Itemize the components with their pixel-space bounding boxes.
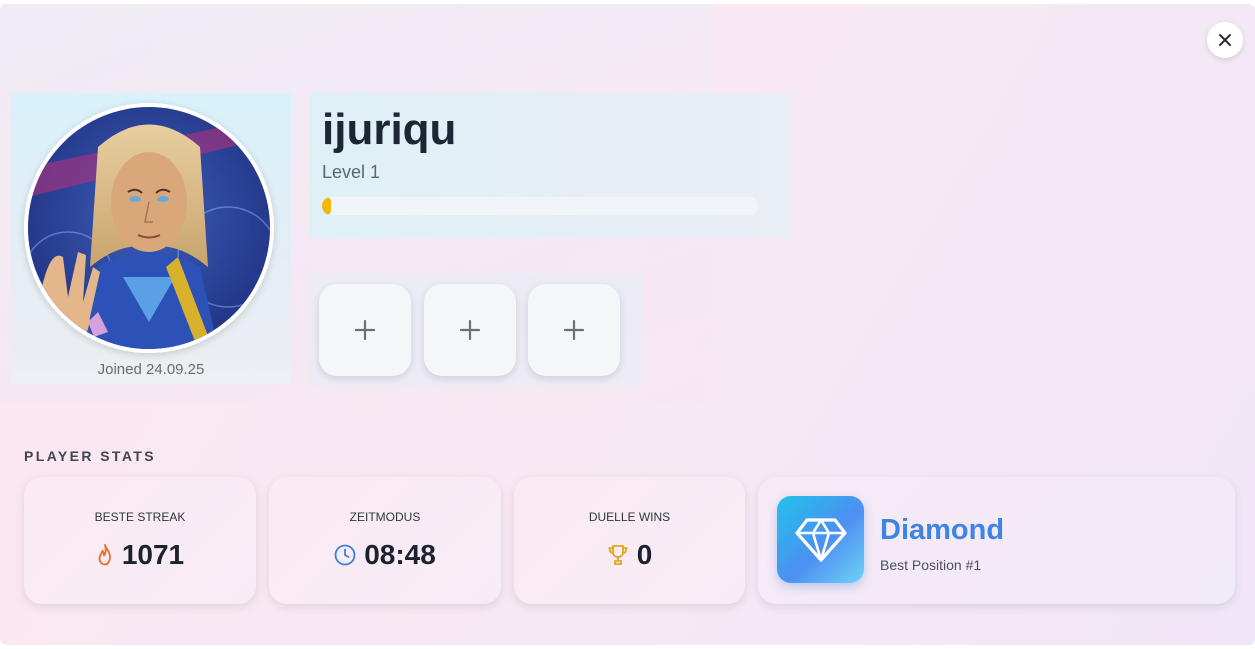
close-icon: [1219, 34, 1231, 46]
clock-icon: [334, 544, 356, 566]
flame-icon: [98, 544, 111, 566]
stat-card-time-mode: ZEITMODUS 08:48: [269, 477, 501, 604]
level-progress-fill: [322, 197, 331, 215]
stat-label: ZEITMODUS: [349, 510, 421, 524]
avatar[interactable]: [24, 103, 274, 353]
rank-card: Diamond Best Position #1: [758, 477, 1235, 604]
close-button[interactable]: [1207, 22, 1243, 58]
rank-badge: [777, 496, 864, 583]
trophy-icon: [608, 545, 628, 565]
avatar-card: Joined 24.09.25: [11, 93, 291, 384]
badge-slots: [309, 274, 641, 386]
player-info-card: ijuriqu Level 1: [309, 93, 791, 238]
joined-date: Joined 24.09.25: [97, 361, 205, 378]
plus-icon: [355, 320, 375, 340]
add-slot-button-2[interactable]: [424, 284, 516, 376]
rank-position: Best Position #1: [880, 557, 982, 573]
stat-value: 0: [636, 539, 653, 570]
add-slot-button-3[interactable]: [528, 284, 620, 376]
profile-modal: Joined 24.09.25 ijuriqu Level 1 PLAYER S…: [0, 4, 1255, 645]
add-slot-button-1[interactable]: [319, 284, 411, 376]
stat-label: DUELLE WINS: [588, 510, 671, 524]
rank-name: Diamond: [880, 514, 1005, 546]
stat-card-streak: BESTE STREAK 1071: [24, 477, 256, 604]
username: ijuriqu: [322, 105, 457, 154]
level-label: Level 1: [322, 162, 381, 182]
stat-value: 08:48: [364, 539, 436, 570]
section-title: PLAYER STATS: [24, 448, 157, 464]
diamond-icon: [794, 517, 847, 562]
stat-value: 1071: [121, 539, 185, 570]
plus-icon: [564, 320, 584, 340]
stat-label: BESTE STREAK: [94, 510, 186, 524]
level-progress-bar: [322, 197, 758, 215]
plus-icon: [460, 320, 480, 340]
stat-card-duel-wins: DUELLE WINS 0: [514, 477, 745, 604]
